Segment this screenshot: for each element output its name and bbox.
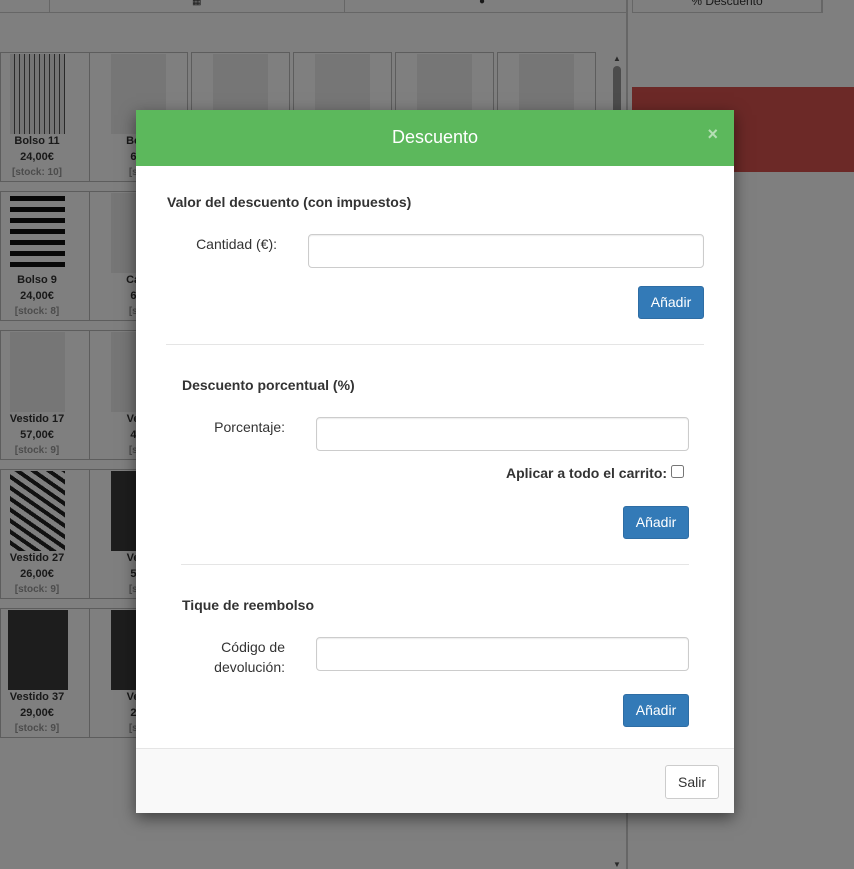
add-refund-button[interactable]: Añadir xyxy=(623,694,689,727)
modal-header: Descuento × xyxy=(136,110,734,166)
refund-ticket-title: Tique de reembolso xyxy=(182,597,314,613)
return-code-input[interactable] xyxy=(316,637,689,671)
discount-modal: Descuento × Valor del descuento (con imp… xyxy=(136,110,734,813)
amount-input[interactable] xyxy=(308,234,704,268)
return-code-label: Código de devolución: xyxy=(182,637,285,677)
add-percent-button[interactable]: Añadir xyxy=(623,506,689,539)
return-code-label-line1: Código de xyxy=(221,639,285,655)
percent-input[interactable] xyxy=(316,417,689,451)
percent-discount-title: Descuento porcentual (%) xyxy=(182,377,355,393)
apply-all-cart-label: Aplicar a todo el carrito: xyxy=(506,465,668,481)
section-divider xyxy=(166,344,704,345)
modal-footer: Salir xyxy=(136,748,734,813)
modal-title: Descuento xyxy=(391,127,479,147)
return-code-label-line2: devolución: xyxy=(214,659,285,675)
close-icon[interactable]: × xyxy=(707,124,718,144)
percent-label: Porcentaje: xyxy=(214,419,285,435)
amount-label: Cantidad (€): xyxy=(196,236,277,252)
value-discount-title: Valor del descuento (con impuestos) xyxy=(167,194,412,210)
section-divider xyxy=(181,564,689,565)
add-amount-button[interactable]: Añadir xyxy=(638,286,704,319)
apply-all-cart-checkbox[interactable] xyxy=(671,465,684,478)
exit-button[interactable]: Salir xyxy=(665,765,719,799)
